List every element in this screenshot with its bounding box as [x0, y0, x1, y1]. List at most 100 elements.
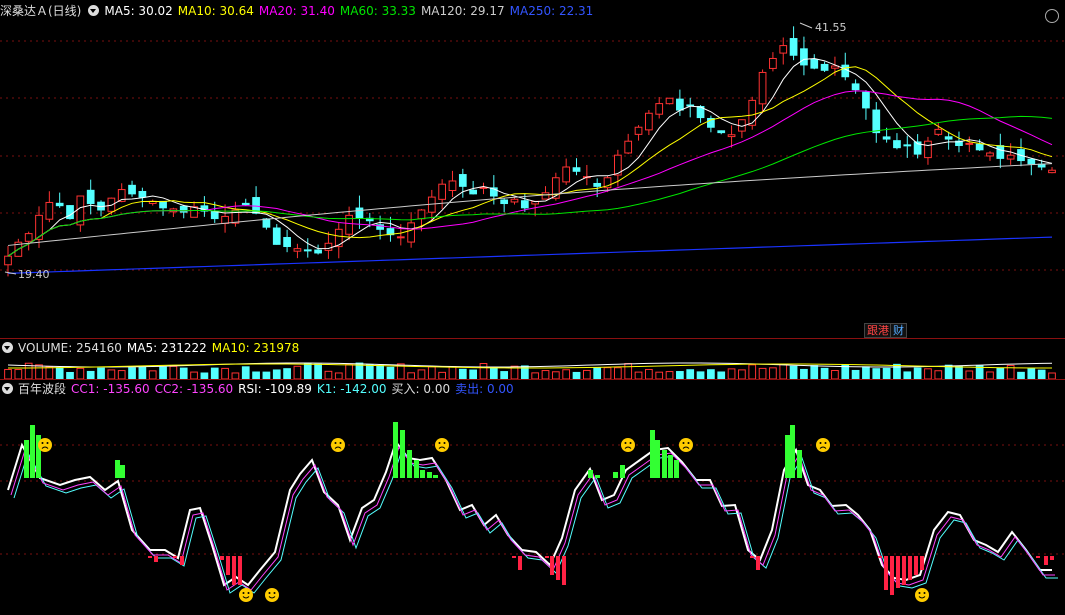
- volume-bar: [489, 366, 498, 379]
- volume-bar: [851, 369, 860, 379]
- candle-body: [458, 174, 467, 187]
- sad-face-icon-eye: [438, 442, 441, 444]
- candle-body: [262, 218, 271, 228]
- volume-bar: [872, 368, 881, 379]
- candle-body: [758, 71, 767, 105]
- sell-bar: [556, 556, 560, 580]
- candle-body: [324, 242, 333, 251]
- buy-bar: [662, 450, 667, 478]
- candle-body: [1027, 158, 1036, 165]
- volume-bar: [148, 370, 157, 379]
- candle-body: [996, 145, 1005, 159]
- candle-body: [655, 103, 664, 115]
- candle-body: [800, 48, 808, 66]
- low-price-label: 19.40: [18, 268, 50, 281]
- happy-face-icon-eye: [273, 592, 276, 594]
- candle-body: [314, 249, 322, 254]
- tag-hk[interactable]: 跟港: [864, 323, 892, 338]
- candle-body: [520, 200, 529, 209]
- buy-bar: [613, 472, 618, 478]
- volume-bar: [717, 371, 726, 379]
- sell-bar: [914, 556, 918, 575]
- sell-bar: [1050, 556, 1054, 560]
- candle-body: [748, 99, 757, 126]
- sell-bar: [878, 556, 882, 558]
- volume-bar: [376, 364, 384, 379]
- price-panel: 深桑达Ａ(日线) MA5: 30.02 MA10: 30.64 MA20: 31.40…: [0, 0, 1065, 338]
- sad-face-icon-eye: [687, 442, 690, 444]
- candle-body: [634, 126, 643, 135]
- volume-bar: [427, 366, 436, 379]
- volume-bar: [582, 369, 591, 379]
- buy-label: 买入: 0.00: [391, 382, 451, 396]
- ma-line-10: [7, 66, 1053, 257]
- candle-body: [86, 189, 95, 205]
- happy-face-icon-eye: [918, 592, 921, 594]
- volume-bar: [541, 370, 550, 379]
- volume-bar: [169, 365, 178, 379]
- volume-bar: [97, 367, 105, 379]
- volume-bar: [696, 371, 705, 379]
- candle-body: [665, 97, 674, 105]
- candle-body: [210, 210, 219, 220]
- sad-face-icon-eye: [339, 442, 342, 444]
- volume-bar: [965, 370, 974, 379]
- volume-bar: [882, 367, 891, 379]
- volume-bar: [634, 371, 643, 379]
- ma10-label: MA10: 30.64: [177, 4, 254, 18]
- sad-face-icon-eye: [819, 442, 822, 444]
- candle-body: [593, 182, 602, 187]
- buy-bar: [790, 425, 795, 478]
- volume-bar: [210, 367, 219, 379]
- volume-panel: VOLUME: 254160 MA5: 231222 MA10: 231978: [0, 339, 1065, 379]
- rsi-label: RSI: -109.89: [238, 382, 312, 396]
- buy-bar: [115, 460, 120, 478]
- sell-bar: [750, 556, 754, 558]
- collapse-icon[interactable]: [88, 5, 100, 16]
- sell-bar: [148, 556, 152, 558]
- sell-bar: [154, 556, 158, 562]
- candle-body: [820, 63, 829, 71]
- tag-finance[interactable]: 财: [890, 323, 907, 338]
- ma120-label: MA120: 29.17: [420, 4, 505, 18]
- buy-bar: [785, 435, 790, 478]
- ma250-label: MA250: 22.31: [509, 4, 594, 18]
- volume-bar: [676, 371, 684, 379]
- volume-bar: [500, 371, 509, 379]
- sad-face-icon-eye: [682, 442, 685, 444]
- candle-body: [179, 205, 188, 213]
- volume-bar: [14, 369, 23, 379]
- volume-ma10-label: MA10: 231978: [211, 341, 300, 355]
- buy-bar: [433, 475, 438, 478]
- buy-bar: [420, 470, 425, 478]
- volume-bar: [272, 369, 281, 379]
- volume-bar: [562, 369, 571, 379]
- volume-bar: [458, 368, 467, 379]
- candle-body: [448, 180, 457, 192]
- buy-bar: [400, 430, 405, 478]
- volume-bar: [841, 364, 850, 379]
- sell-bar: [1036, 556, 1040, 558]
- volume-bar: [758, 367, 767, 379]
- volume-bar: [1027, 368, 1036, 379]
- buy-bar: [650, 430, 655, 478]
- volume-bar: [614, 367, 622, 379]
- sad-face-icon-eye: [824, 442, 827, 444]
- sell-bar: [920, 556, 924, 570]
- candle-body: [893, 140, 901, 149]
- volume-bar: [789, 365, 798, 379]
- candle-body: [872, 109, 881, 134]
- candle-body: [438, 183, 446, 200]
- volume-bar: [159, 366, 167, 379]
- collapse-icon[interactable]: [2, 383, 13, 394]
- candle-body: [676, 98, 684, 111]
- collapse-icon[interactable]: [2, 342, 13, 353]
- candle-body: [4, 255, 12, 266]
- candle-body: [965, 142, 974, 145]
- volume-bar: [45, 366, 54, 379]
- buy-bar: [674, 460, 679, 478]
- volume-bar: [4, 368, 12, 379]
- candle-body: [24, 233, 33, 242]
- volume-bar: [86, 370, 95, 379]
- sell-bar: [518, 556, 522, 570]
